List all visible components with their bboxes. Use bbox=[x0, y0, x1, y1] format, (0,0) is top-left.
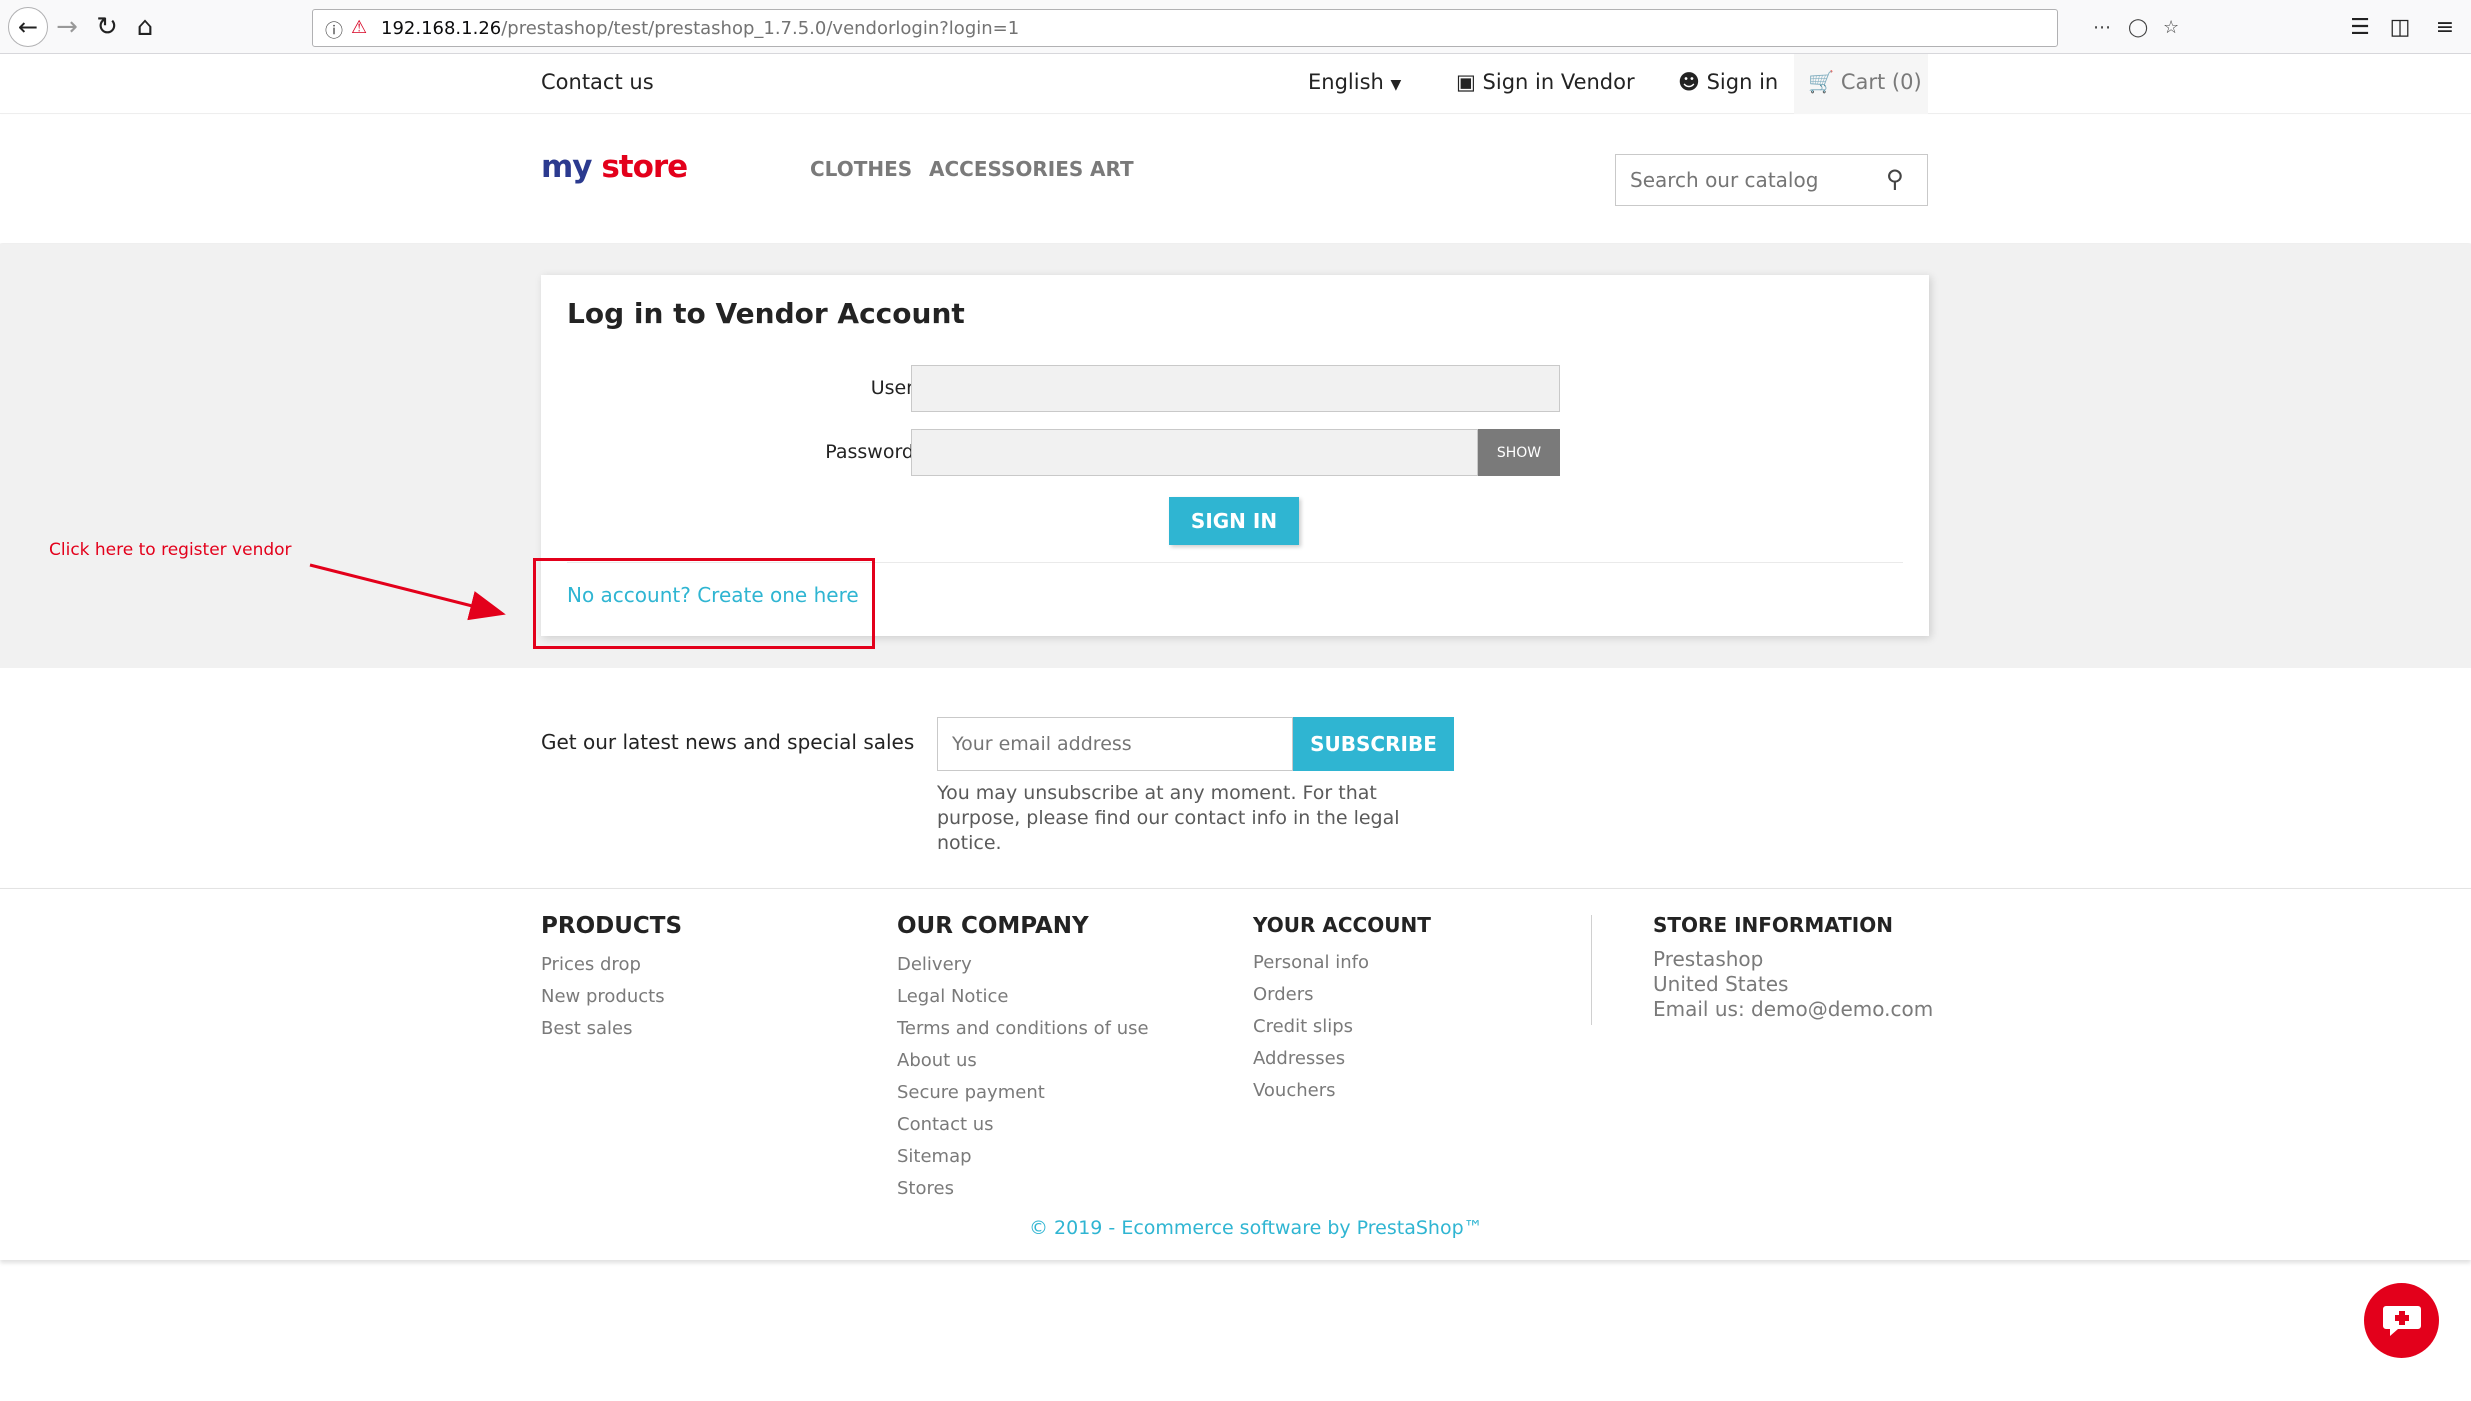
user-icon: ☻ bbox=[1678, 70, 1700, 94]
newsletter-note: You may unsubscribe at any moment. For t… bbox=[937, 782, 1400, 854]
reload-icon[interactable]: ↻ bbox=[92, 12, 122, 42]
menu-item-art[interactable]: ART bbox=[1090, 157, 1134, 181]
newsletter-email-input[interactable] bbox=[937, 717, 1293, 771]
footer-divider bbox=[1591, 915, 1592, 1025]
sign-in-label: Sign in bbox=[1706, 70, 1779, 94]
menu-item-clothes[interactable]: CLOTHES bbox=[810, 157, 912, 181]
footer-company-heading: OUR COMPANY bbox=[897, 913, 1089, 939]
password-input[interactable] bbox=[911, 429, 1478, 476]
sign-in-button[interactable]: SIGN IN bbox=[1169, 497, 1299, 545]
chat-bubble-icon bbox=[2382, 1305, 2421, 1336]
annotation-highlight-box bbox=[533, 558, 875, 649]
site-footer: PRODUCTS Prices drop New products Best s… bbox=[0, 888, 2471, 1260]
footer-link-secure-payment[interactable]: Secure payment bbox=[897, 1077, 1149, 1109]
annotation-arrow bbox=[309, 563, 506, 621]
footer-link-contact-us[interactable]: Contact us bbox=[897, 1109, 1149, 1141]
store-country: United States bbox=[1653, 972, 1789, 996]
footer-store-column: STORE INFORMATION Prestashop United Stat… bbox=[1653, 913, 1933, 1022]
store-logo[interactable]: my store bbox=[541, 149, 688, 185]
cart-button[interactable]: 🛒 Cart (0) bbox=[1794, 54, 1928, 114]
footer-products-heading: PRODUCTS bbox=[541, 913, 683, 939]
password-label: Password bbox=[825, 441, 914, 463]
sidebar-icon[interactable]: ◫ bbox=[2385, 12, 2415, 42]
contact-us-link[interactable]: Contact us bbox=[541, 70, 654, 94]
footer-link-prices-drop[interactable]: Prices drop bbox=[541, 949, 682, 981]
sign-in-link[interactable]: ☻ Sign in bbox=[1678, 70, 1778, 94]
address-bar[interactable]: ⓘ ⚠ 192.168.1.26/prestashop/test/prestas… bbox=[312, 9, 2179, 47]
vendor-account-icon: ▣ bbox=[1456, 70, 1476, 94]
footer-company-column: OUR COMPANY Delivery Legal Notice Terms … bbox=[897, 913, 1149, 1205]
user-label: User bbox=[870, 377, 914, 399]
bookmark-star-icon[interactable]: ☆ bbox=[2163, 17, 2179, 38]
footer-link-legal-notice[interactable]: Legal Notice bbox=[897, 981, 1149, 1013]
browser-toolbar: ← → ↻ ⌂ ⓘ ⚠ 192.168.1.26/prestashop/test… bbox=[0, 0, 2471, 54]
footer-link-terms[interactable]: Terms and conditions of use bbox=[897, 1013, 1149, 1045]
pocket-icon[interactable]: ◯ bbox=[2128, 17, 2148, 38]
footer-link-best-sales[interactable]: Best sales bbox=[541, 1013, 682, 1045]
logo-text-my: my bbox=[541, 149, 593, 185]
insecure-lock-icon: ⚠ bbox=[351, 17, 368, 38]
store-email[interactable]: Email us: demo@demo.com bbox=[1653, 997, 1933, 1022]
forward-arrow-icon[interactable]: → bbox=[52, 12, 82, 42]
footer-link-about-us[interactable]: About us bbox=[897, 1045, 1149, 1077]
user-input[interactable] bbox=[911, 365, 1560, 412]
menu-icon[interactable]: ≡ bbox=[2430, 12, 2460, 42]
url-text[interactable]: 192.168.1.26/prestashop/test/prestashop_… bbox=[381, 18, 1019, 39]
footer-link-credit-slips[interactable]: Credit slips bbox=[1253, 1011, 1431, 1043]
cart-icon: 🛒 bbox=[1808, 70, 1835, 94]
footer-link-vouchers[interactable]: Vouchers bbox=[1253, 1075, 1431, 1107]
footer-store-heading: STORE INFORMATION bbox=[1653, 913, 1893, 937]
page-actions-icon[interactable]: ⋯ bbox=[2093, 17, 2111, 38]
search-icon[interactable]: ⚲ bbox=[1886, 165, 1904, 193]
newsletter-section: Get our latest news and special sales SU… bbox=[0, 668, 2471, 888]
caret-down-icon: ▼ bbox=[1390, 77, 1402, 93]
cart-label: Cart (0) bbox=[1840, 70, 1922, 94]
footer-link-personal-info[interactable]: Personal info bbox=[1253, 947, 1431, 979]
footer-products-column: PRODUCTS Prices drop New products Best s… bbox=[541, 913, 682, 1045]
chat-button[interactable] bbox=[2364, 1283, 2439, 1358]
footer-link-sitemap[interactable]: Sitemap bbox=[897, 1141, 1149, 1173]
sign-in-vendor-link[interactable]: ▣ Sign in Vendor bbox=[1456, 70, 1635, 94]
search-input[interactable] bbox=[1616, 155, 1876, 205]
language-label: English bbox=[1308, 70, 1384, 94]
footer-link-delivery[interactable]: Delivery bbox=[897, 949, 1149, 981]
show-password-button[interactable]: SHOW bbox=[1478, 429, 1560, 476]
menu-item-accessories[interactable]: ACCESSORIES bbox=[929, 157, 1083, 181]
site-header: my store CLOTHES ACCESSORIES ART ⚲ bbox=[0, 115, 2471, 243]
back-arrow-icon[interactable]: ← bbox=[8, 7, 48, 47]
sign-in-vendor-label: Sign in Vendor bbox=[1482, 70, 1635, 94]
footer-link-orders[interactable]: Orders bbox=[1253, 979, 1431, 1011]
store-name: Prestashop bbox=[1653, 947, 1764, 971]
footer-link-addresses[interactable]: Addresses bbox=[1253, 1043, 1431, 1075]
home-icon[interactable]: ⌂ bbox=[130, 12, 160, 42]
footer-link-stores[interactable]: Stores bbox=[897, 1173, 1149, 1205]
copyright-link[interactable]: © 2019 - Ecommerce software by PrestaSho… bbox=[1029, 1217, 1483, 1239]
footer-account-heading: YOUR ACCOUNT bbox=[1253, 913, 1431, 937]
info-icon[interactable]: ⓘ bbox=[325, 17, 343, 43]
subscribe-button[interactable]: SUBSCRIBE bbox=[1293, 717, 1454, 771]
logo-text-store: store bbox=[601, 149, 688, 185]
login-title: Log in to Vendor Account bbox=[567, 297, 965, 330]
top-navigation: Contact us English ▼ ▣ Sign in Vendor ☻ … bbox=[0, 54, 2471, 114]
language-selector[interactable]: English ▼ bbox=[1308, 70, 1401, 94]
library-icon[interactable]: ☰ bbox=[2345, 12, 2375, 42]
footer-link-new-products[interactable]: New products bbox=[541, 981, 682, 1013]
search-widget: ⚲ bbox=[1615, 154, 1928, 206]
annotation-text: Click here to register vendor bbox=[49, 540, 292, 560]
newsletter-label: Get our latest news and special sales bbox=[541, 730, 915, 754]
footer-account-column: YOUR ACCOUNT Personal info Orders Credit… bbox=[1253, 913, 1431, 1107]
